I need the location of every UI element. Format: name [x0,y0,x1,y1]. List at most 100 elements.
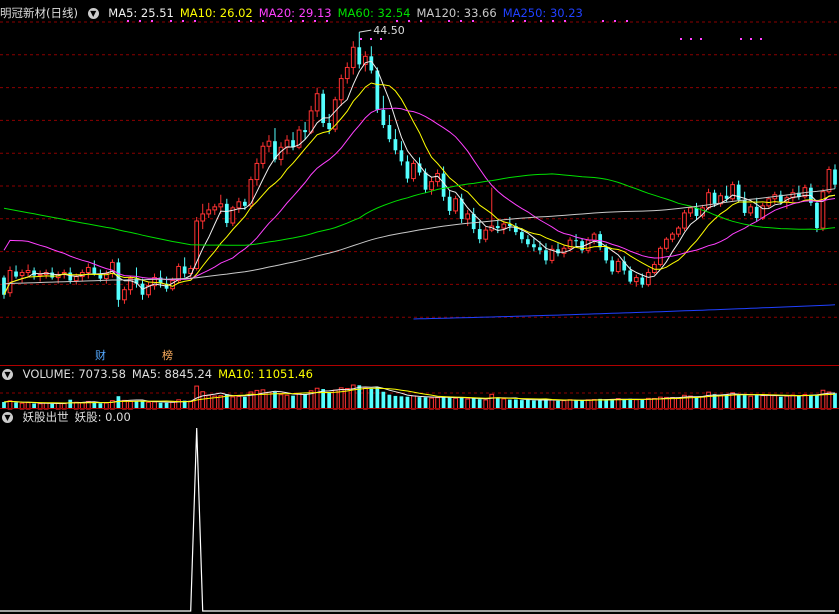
volume-bar-up [790,394,796,410]
volume-bar-up [802,394,808,410]
ma-label-4: MA120: 33.66 [416,6,497,20]
volume-bar-up [146,401,151,410]
candle-body-up [826,168,832,193]
candle-body-up [633,277,639,283]
volume-bar-up [760,395,766,410]
volume-bar-down [526,399,530,409]
candle-body-up [218,203,224,208]
candle-body-up [122,289,127,301]
volume-label-0: VOLUME: 7073.58 [22,367,126,381]
candle-body-up [266,140,272,147]
volume-bar-up [645,397,651,410]
candle-body-up [284,139,290,148]
dots-layer [127,20,762,40]
ma-layer [3,60,836,320]
volume-bar-up [489,393,495,410]
candle-body-down [538,247,542,251]
ma-label-0: MA5: 25.51 [108,6,174,20]
volume-bar-down [520,400,524,409]
candle-body-up [688,207,693,214]
candle-body-down [182,266,187,274]
ma-labels: MA5: 25.51 MA10: 26.02 MA20: 29.13 MA60: 32… [108,6,589,20]
volume-bar-up [483,399,489,410]
candle-body-up [658,247,663,265]
volume-bar-up [718,394,723,410]
candle-body-down [375,70,380,110]
marker-bang[interactable]: 榜 [162,350,173,362]
candle-body-up [748,206,754,214]
signal-dot [690,38,692,40]
candle-body-up [25,270,31,274]
chart-canvas[interactable]: 44.50 [0,0,839,614]
volume-bar-down [369,388,374,409]
candle-body-up [645,272,651,286]
chevron-down-icon[interactable]: ▼ [2,369,13,380]
volume-bar-down [291,395,295,409]
volume-bar-down [273,392,277,409]
volume-bar-down [381,391,386,409]
marker-cai[interactable]: 财 [95,350,106,362]
chevron-down-icon[interactable]: ▼ [87,8,99,19]
volume-label-1: MA5: 8845.24 [131,367,213,381]
volume-bar-down [724,394,729,409]
candle-body-down [116,262,121,300]
volume-bar-up [670,397,675,410]
ma-label-5: MA250: 30.23 [502,6,583,20]
candle-body-down [68,272,73,281]
signal-dot [740,38,742,40]
candle-body-down [477,229,482,240]
candle-body-down [381,109,386,126]
indicator-labels: 妖股出世 妖股: 0.00 [23,410,137,424]
volume-bar-down [778,396,783,409]
candle-body-down [712,192,717,204]
chevron-down-icon[interactable]: ▼ [2,412,13,423]
volume-bar-up [170,401,175,410]
candle-body-up [585,239,591,251]
candles-layer [2,32,837,307]
volume-bar-down [694,396,699,409]
candle-body-down [574,240,578,242]
candle-body-down [327,123,332,130]
candle-body-down [357,47,362,65]
candle-body-up [19,272,25,277]
candle-body-up [350,46,356,68]
volume-bar-down [736,394,741,409]
volume-bar-up [200,391,206,410]
volume-bar-up [700,395,705,410]
candle-body-up [200,213,206,222]
volume-bar-down [375,387,380,409]
volume-bar-up [748,395,754,410]
volume-bar-up [332,389,338,410]
volume-bar-down [423,397,428,409]
max-price-label: 44.50 [373,24,405,37]
volume-bar-down [399,396,404,409]
volume-bar-up [633,399,639,410]
candle-body-up [260,145,266,164]
volume-bar-down [622,399,627,409]
candle-body-up [338,78,344,101]
candle-body-up [254,162,260,181]
volume-bar-down [477,399,482,409]
volume-bar-down [387,394,392,409]
ma5-line [3,60,836,295]
volume-bar-up [314,387,320,410]
price-header: 明冠新材(日线) ▼ MA5: 25.51 MA10: 26.02 MA20: 29… [0,4,595,22]
volume-bar-down [815,394,819,409]
candle-body-up [7,270,13,294]
volume-bar-up [266,391,272,410]
signal-dot [614,20,616,22]
volume-bar-up [254,389,260,410]
volume-bar-down [507,399,512,409]
candle-body-up [308,110,314,133]
candle-body-down [628,270,633,282]
volume-bar-up [236,395,242,410]
volume-bar-up [820,389,826,410]
candle-body-up [314,93,320,112]
volume-bar-up [411,395,416,410]
stock-title: 明冠新材(日线) [0,6,78,20]
volume-bar-up [362,387,368,410]
volume-bar-down [532,400,536,409]
ma10-line [3,82,836,295]
candle-body-down [399,150,404,162]
candle-body-down [405,161,410,179]
